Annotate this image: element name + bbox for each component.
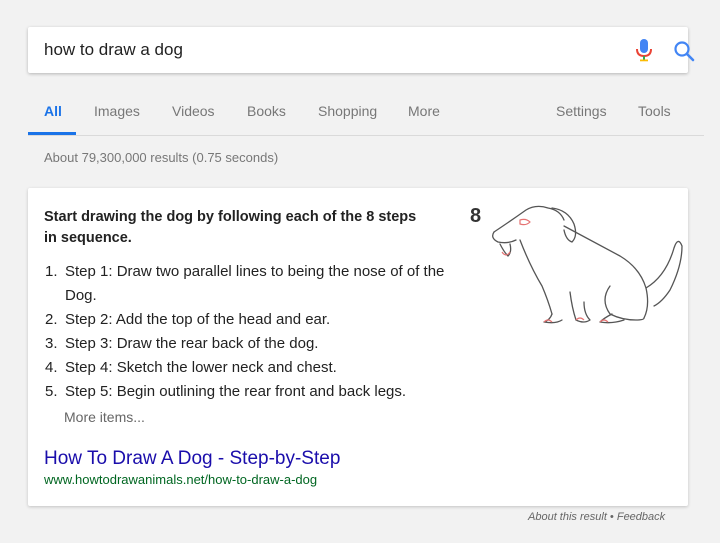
step-number: 3. <box>45 335 58 352</box>
step-text: Step 2: Add the top of the head and ear. <box>65 311 331 328</box>
tab-more[interactable]: More <box>408 96 440 134</box>
step-number: 5. <box>45 383 58 400</box>
step-text: Step 3: Draw the rear back of the dog. <box>65 335 319 352</box>
list-item: 5. Step 5: Begin outlining the rear front… <box>45 380 455 404</box>
tab-shopping[interactable]: Shopping <box>318 96 377 134</box>
footer-links: About this result • Feedback <box>528 511 665 523</box>
about-this-result-link[interactable]: About this result <box>528 511 607 523</box>
result-title-link[interactable]: How To Draw A Dog - Step-by-Step <box>44 448 340 470</box>
tab-settings[interactable]: Settings <box>556 96 607 134</box>
results-count: About 79,300,000 results (0.75 seconds) <box>44 150 279 165</box>
tab-images[interactable]: Images <box>94 96 140 134</box>
footer-separator: • <box>606 511 617 523</box>
step-number: 4. <box>45 359 58 376</box>
result-url: www.howtodrawanimals.net/how-to-draw-a-d… <box>44 472 318 487</box>
tabs-divider <box>28 135 704 136</box>
step-number: 1. <box>45 263 58 280</box>
step-text: Step 1: Draw two parallel lines to being… <box>65 263 445 304</box>
list-item: 4. Step 4: Sketch the lower neck and ches… <box>45 356 455 380</box>
dog-drawing-image[interactable]: 8 <box>460 196 686 336</box>
step-number-badge: 8 <box>470 205 481 227</box>
list-item: 1. Step 1: Draw two parallel lines to bei… <box>45 260 455 308</box>
tab-tools[interactable]: Tools <box>638 96 671 134</box>
microphone-icon[interactable] <box>633 38 655 62</box>
feedback-link[interactable]: Feedback <box>617 511 665 523</box>
search-input[interactable]: how to draw a dog <box>44 40 183 60</box>
snippet-heading: Start drawing the dog by following each … <box>44 209 417 246</box>
list-item: 3. Step 3: Draw the rear back of the dog. <box>45 332 455 356</box>
step-text: Step 4: Sketch the lower neck and chest. <box>65 359 337 376</box>
search-box[interactable]: how to draw a dog <box>28 27 695 73</box>
tab-all[interactable]: All <box>44 96 62 134</box>
list-item: 2. Step 2: Add the top of the head and ea… <box>45 308 455 332</box>
step-text: Step 5: Begin outlining the rear front a… <box>65 383 407 400</box>
search-tabs: All Images Videos Books Shopping More Se… <box>0 96 720 136</box>
step-number: 2. <box>45 311 58 328</box>
more-items-link[interactable]: More items... <box>64 409 145 425</box>
featured-snippet-card: Start drawing the dog by following each … <box>28 188 688 506</box>
steps-list: 1. Step 1: Draw two parallel lines to bei… <box>45 260 455 404</box>
tab-videos[interactable]: Videos <box>172 96 215 134</box>
search-icon[interactable] <box>672 39 696 63</box>
tab-books[interactable]: Books <box>247 96 286 134</box>
